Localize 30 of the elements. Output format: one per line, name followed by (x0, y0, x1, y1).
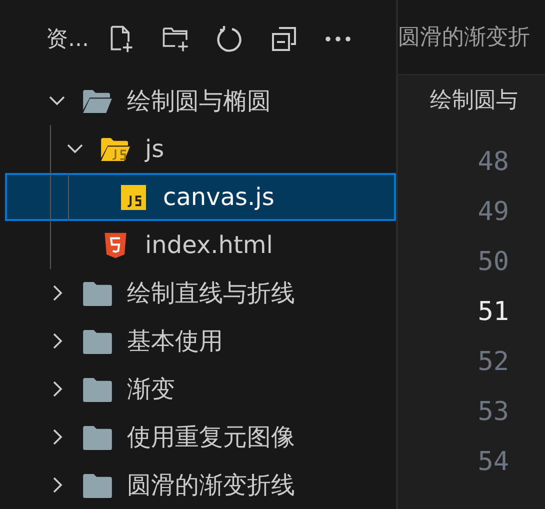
folder-icon (82, 424, 112, 450)
new-folder-icon[interactable] (162, 24, 190, 52)
line-number: 54 (478, 446, 509, 479)
tree-item[interactable]: js (5, 125, 396, 173)
tree-item[interactable]: 圆滑的渐变折线 (5, 461, 396, 509)
folder-icon (82, 280, 112, 306)
explorer-title: 资... (46, 26, 90, 54)
tree-item[interactable]: 渐变 (5, 365, 396, 413)
html5-icon (102, 232, 128, 258)
js-folder-icon (100, 136, 130, 162)
tree-item[interactable]: 使用重复元图像 (5, 413, 396, 461)
folder-icon (82, 376, 112, 402)
line-number: 51 (478, 296, 509, 329)
breadcrumb[interactable]: 绘制圆与 (430, 85, 518, 115)
line-number: 49 (478, 196, 509, 229)
tree-item[interactable]: 基本使用 (5, 317, 396, 365)
folder-icon (82, 472, 112, 498)
line-number: 53 (478, 396, 509, 429)
line-number: 52 (478, 346, 509, 379)
tree-item[interactable]: 绘制圆与椭圆 (5, 77, 396, 125)
tree-item[interactable]: canvas.js (5, 173, 396, 221)
folder-icon (82, 328, 112, 354)
collapse-all-icon[interactable] (270, 24, 298, 52)
open-folder-icon (82, 88, 112, 114)
tree-item[interactable]: index.html (5, 221, 396, 269)
js-file-icon (120, 184, 146, 210)
refresh-icon[interactable] (216, 24, 244, 52)
line-number: 48 (478, 146, 509, 179)
line-number: 50 (478, 246, 509, 279)
tree-item[interactable]: 绘制直线与折线 (5, 269, 396, 317)
